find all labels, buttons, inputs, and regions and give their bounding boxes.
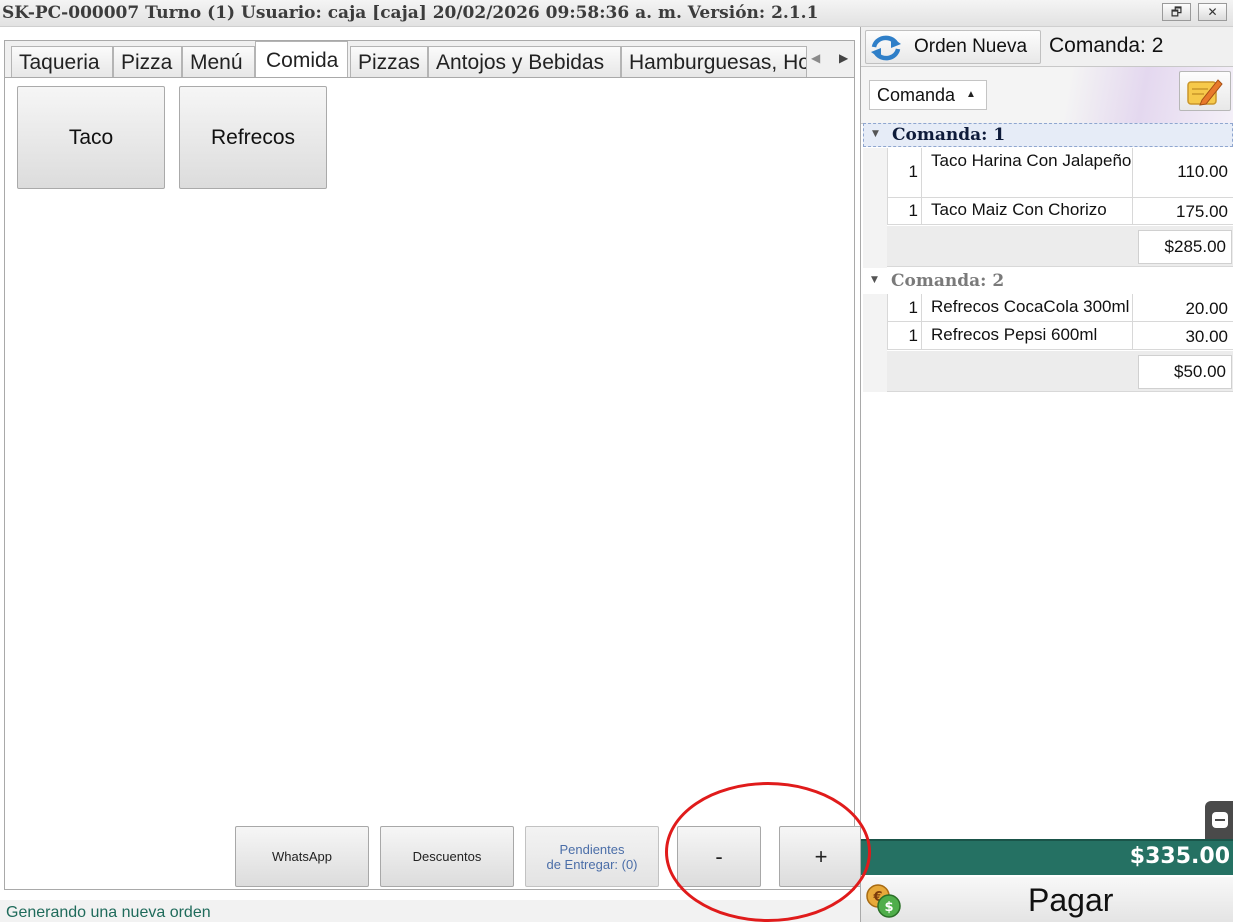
money-icon: € $ xyxy=(866,884,901,918)
order-total: $335.00 xyxy=(1129,844,1230,869)
product-button-refrecos[interactable]: Refrecos xyxy=(179,86,327,189)
collapse-arrow-icon: ▼ xyxy=(872,129,879,139)
tab-pizzas[interactable]: Pizzas xyxy=(350,46,428,77)
tab-pizza[interactable]: Pizza xyxy=(113,46,182,77)
refresh-icon xyxy=(871,35,901,61)
tab-scroll-right-icon[interactable]: ▶ xyxy=(839,51,848,65)
pendientes-button[interactable]: Pendientes de Entregar: (0) xyxy=(525,826,659,887)
current-comanda-label: Comanda: 2 xyxy=(1049,34,1164,57)
comanda-group-header[interactable]: ▼ Comanda: 1 xyxy=(863,123,1233,147)
order-panel: Orden Nueva Comanda: 2 Comanda ▲ ▼ Coman… xyxy=(860,27,1233,922)
tab-antojos-y-bebidas[interactable]: Antojos y Bebidas xyxy=(428,46,621,77)
order-header: Orden Nueva Comanda: 2 xyxy=(861,27,1233,67)
pay-label: Pagar xyxy=(1028,882,1114,918)
status-text: Generando una nueva orden xyxy=(6,904,211,921)
item-name: Refrecos Pepsi 600ml xyxy=(931,325,1098,344)
tab-menu[interactable]: Menú xyxy=(182,46,255,77)
comanda-dropdown[interactable]: Comanda ▲ xyxy=(869,80,987,110)
tab-taqueria[interactable]: Taqueria xyxy=(11,46,113,77)
collapse-arrow-icon: ▼ xyxy=(871,275,878,285)
order-item-row[interactable]: 1 Refrecos Pepsi 600ml 30.00 xyxy=(887,322,1233,350)
svg-text:$: $ xyxy=(884,900,893,915)
notes-button[interactable] xyxy=(1179,71,1231,111)
item-price: 175.00 xyxy=(1132,198,1228,224)
item-qty: 1 xyxy=(888,294,922,321)
item-price: 110.00 xyxy=(1132,148,1228,197)
subtotal-row: $285.00 xyxy=(887,226,1233,267)
tab-hamburguesas[interactable]: Hamburguesas, Ho xyxy=(621,46,807,77)
window-title: SK-PC-000007 Turno (1) Usuario: caja [ca… xyxy=(2,3,819,23)
subtotal-row: $50.00 xyxy=(887,351,1233,392)
pay-button[interactable]: € $ Pagar xyxy=(861,877,1233,922)
comanda-group-label: Comanda: 2 xyxy=(891,271,1005,291)
subtotal-value: $50.00 xyxy=(1138,355,1232,389)
side-handle-icon xyxy=(1212,812,1228,828)
decrease-quantity-button[interactable]: - xyxy=(677,826,761,887)
pendientes-label-line1: Pendientes xyxy=(559,841,625,857)
group-gutter xyxy=(863,148,887,268)
title-bar: SK-PC-000007 Turno (1) Usuario: caja [ca… xyxy=(0,0,1233,27)
item-qty: 1 xyxy=(888,148,922,197)
order-item-row[interactable]: 1 Refrecos CocaCola 300ml 20.00 xyxy=(887,294,1233,322)
comanda-group-label: Comanda: 1 xyxy=(892,125,1006,145)
item-name: Taco Harina Con Jalapeño xyxy=(931,151,1132,170)
total-bar: $335.00 xyxy=(861,839,1233,875)
products-panel: Taqueria Pizza Menú Comida Pizzas Antojo… xyxy=(4,40,863,890)
tab-comida[interactable]: Comida xyxy=(255,41,348,77)
item-qty: 1 xyxy=(888,322,922,349)
whatsapp-button[interactable]: WhatsApp xyxy=(235,826,369,887)
status-bar: Generando una nueva orden xyxy=(0,900,860,922)
order-item-row[interactable]: 1 Taco Harina Con Jalapeño 110.00 xyxy=(887,148,1233,198)
dropdown-arrow-icon: ▲ xyxy=(966,89,976,100)
descuentos-button[interactable]: Descuentos xyxy=(380,826,514,887)
tab-scroll-left-icon[interactable]: ◀ xyxy=(811,51,820,65)
orden-nueva-label: Orden Nueva xyxy=(914,36,1028,57)
item-price: 20.00 xyxy=(1132,294,1228,321)
notes-icon xyxy=(1187,79,1223,106)
pendientes-label-line2: de Entregar: (0) xyxy=(546,856,638,872)
item-price: 30.00 xyxy=(1132,322,1228,349)
item-qty: 1 xyxy=(888,198,922,224)
product-button-taco[interactable]: Taco xyxy=(17,86,165,189)
orden-nueva-button[interactable]: Orden Nueva xyxy=(865,30,1041,64)
close-window-button[interactable]: ✕ xyxy=(1198,3,1227,21)
category-tabstrip: Taqueria Pizza Menú Comida Pizzas Antojo… xyxy=(5,41,854,78)
order-item-row[interactable]: 1 Taco Maiz Con Chorizo 175.00 xyxy=(887,198,1233,225)
comanda-dropdown-value: Comanda xyxy=(877,85,956,105)
subtotal-value: $285.00 xyxy=(1138,230,1232,264)
comanda-group-header[interactable]: ▼ Comanda: 2 xyxy=(863,270,1233,294)
item-name: Refrecos CocaCola 300ml xyxy=(931,297,1130,316)
group-gutter xyxy=(863,294,887,392)
item-name: Taco Maiz Con Chorizo xyxy=(931,200,1107,219)
increase-quantity-button[interactable]: + xyxy=(779,826,863,887)
order-toolbar: Comanda ▲ xyxy=(861,67,1233,124)
restore-window-button[interactable]: 🗗 xyxy=(1162,3,1191,21)
